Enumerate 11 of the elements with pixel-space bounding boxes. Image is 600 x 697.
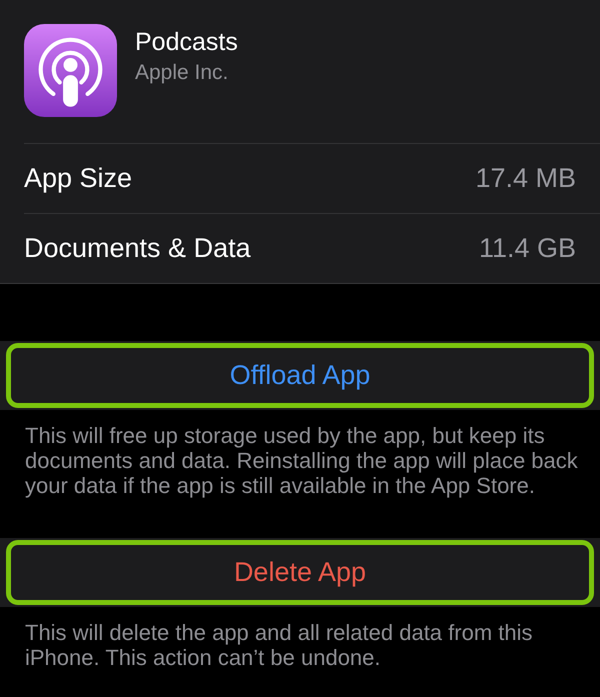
detail-value: 17.4 MB bbox=[475, 163, 576, 194]
detail-label: App Size bbox=[24, 163, 132, 194]
detail-value: 11.4 GB bbox=[478, 233, 576, 264]
detail-label: Documents & Data bbox=[24, 233, 251, 264]
delete-button[interactable]: Delete App bbox=[0, 538, 600, 607]
podcast-icon bbox=[24, 24, 117, 117]
action-description: This will delete the app and all related data from this iPhone. This action can’t be undone. bbox=[24, 619, 534, 670]
action-description: This will free up storage used by the app, but keep its documents and data. Reinstalling the app will place back your data if the app is still available in the App Store. bbox=[24, 422, 579, 498]
offload-button[interactable]: Offload App bbox=[0, 341, 600, 410]
app-name: Podcasts bbox=[135, 27, 238, 57]
developer-name: Apple Inc. bbox=[135, 60, 228, 86]
